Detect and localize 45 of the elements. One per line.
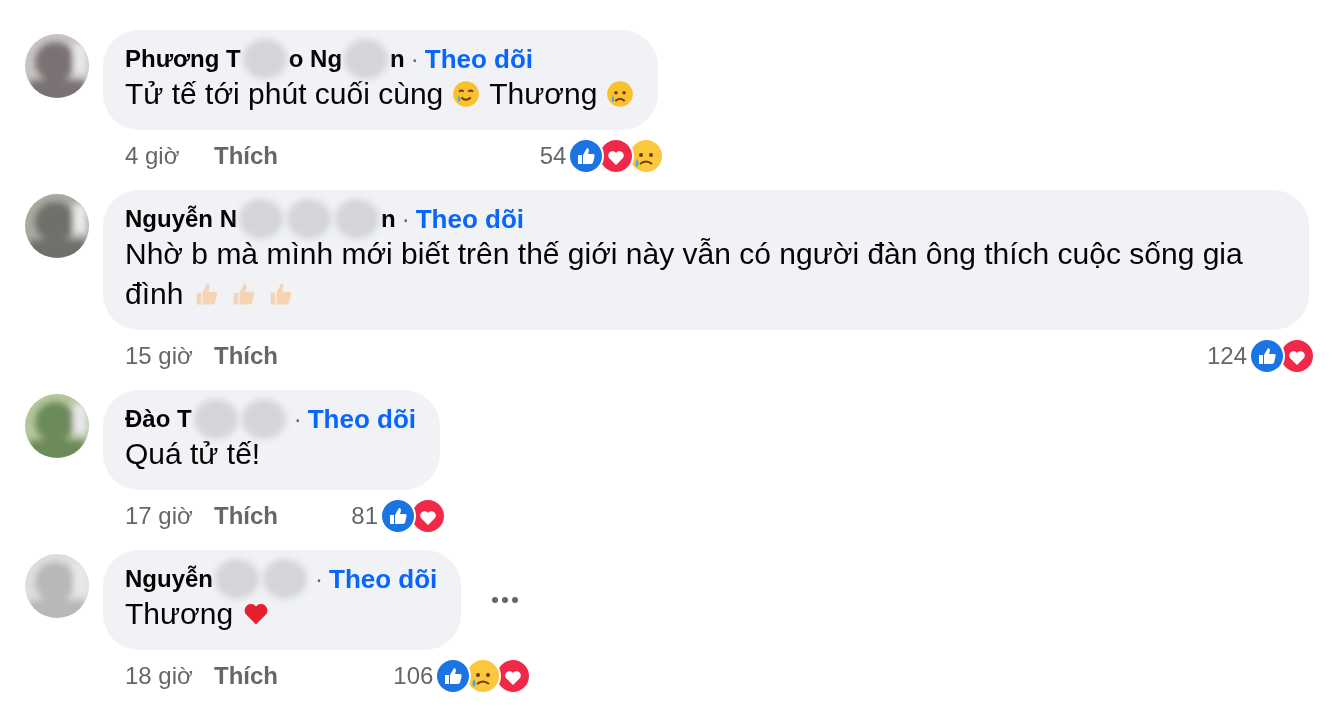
follow-link[interactable]: Theo dõi	[329, 563, 438, 595]
reaction-count[interactable]: 81	[351, 502, 378, 530]
separator-dot: ·	[401, 205, 410, 233]
comment-time: 17 giờ	[125, 502, 194, 530]
like-link[interactable]: Thích	[214, 342, 278, 370]
author-name[interactable]: n	[390, 45, 405, 73]
blurred-spot	[241, 399, 286, 439]
follow-link[interactable]: Theo dõi	[424, 43, 534, 75]
blurred-spot	[263, 559, 307, 599]
blurred-spot	[239, 199, 283, 239]
comment-time: 15 giờ	[125, 342, 194, 370]
author-name[interactable]: Nguyễn N	[125, 205, 237, 233]
blurred-spot	[193, 399, 238, 439]
separator-dot: ·	[293, 405, 302, 433]
author-name[interactable]: Đào T	[125, 405, 192, 433]
smiling-face-with-tear-icon	[452, 80, 481, 108]
comment-text: Tử tế tới phút cuối cùng	[125, 76, 444, 112]
blurred-spot	[287, 199, 331, 239]
comment-text: đình	[125, 276, 184, 312]
comment-text: Thương	[489, 76, 598, 112]
comment-text: Nhờ b mà mình mới biết trên thế giới này vẫn có người đàn ông thích cuộc sống gia	[125, 236, 1243, 272]
separator-dot: ·	[410, 45, 419, 73]
like-link[interactable]: Thích	[214, 142, 278, 170]
blurred-spot	[335, 199, 379, 239]
like-link[interactable]: Thích	[214, 662, 278, 690]
reaction-count[interactable]: 124	[1206, 342, 1247, 370]
reaction-count[interactable]: 54	[539, 142, 567, 170]
comment-text: Thương	[125, 596, 234, 632]
reaction-count[interactable]: 106	[393, 662, 434, 690]
blurred-spot	[215, 559, 259, 599]
follow-link[interactable]: Theo dõi	[307, 403, 416, 435]
blurred-spot	[344, 39, 389, 79]
comment-text: Quá tử tế!	[125, 436, 261, 472]
author-name[interactable]: o Ng	[288, 45, 343, 73]
blurred-spot	[242, 39, 287, 79]
follow-link[interactable]: Theo dõi	[415, 203, 524, 235]
comment-time: 4 giờ	[125, 142, 181, 170]
separator-dot: ·	[315, 565, 323, 593]
more-icon	[491, 596, 520, 604]
author-name[interactable]: Phương T	[125, 45, 241, 73]
like-link[interactable]: Thích	[214, 502, 278, 530]
crying-face-icon	[606, 80, 635, 108]
author-name[interactable]: Nguyễn	[125, 565, 213, 593]
comment-time: 18 giờ	[125, 662, 194, 690]
author-name[interactable]: n	[381, 205, 396, 233]
